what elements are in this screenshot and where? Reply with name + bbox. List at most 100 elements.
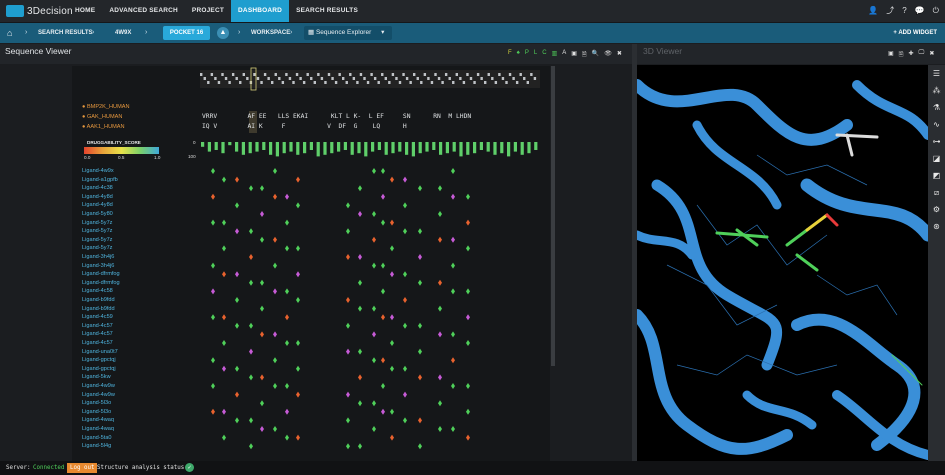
ligand-contact-marker[interactable] — [438, 331, 442, 338]
close-icon[interactable]: ✖ — [929, 50, 934, 60]
ligand-contact-marker[interactable] — [260, 236, 264, 243]
ligand-row-label[interactable]: Ligand-4c58 — [82, 288, 113, 294]
measure-icon[interactable]: ⧄ — [928, 184, 945, 201]
ligand-contact-marker[interactable] — [451, 331, 455, 338]
ligand-contact-marker[interactable] — [260, 426, 264, 432]
ligand-contact-marker[interactable] — [249, 185, 253, 192]
ligand-row-label[interactable]: Ligand-4c59 — [82, 314, 113, 320]
ligand-contact-marker[interactable] — [438, 374, 442, 381]
surface-icon[interactable]: ◪ — [928, 150, 945, 167]
ligand-contact-marker[interactable] — [451, 383, 455, 389]
ligand-row-label[interactable]: Ligand-5y7z — [82, 245, 112, 251]
ligand-contact-marker[interactable] — [285, 408, 289, 415]
ligand-row-label[interactable]: Ligand-dfrmfog — [82, 271, 120, 277]
ligand-contact-marker[interactable] — [372, 262, 376, 269]
ligand-contact-marker[interactable] — [222, 271, 226, 278]
ligand-contact-marker[interactable] — [235, 417, 239, 424]
ligand-row-label[interactable]: Ligand-gpctqj — [82, 366, 116, 372]
ligand-contact-marker[interactable] — [235, 271, 239, 278]
ligand-contact-marker[interactable] — [381, 314, 385, 321]
ligand-contact-marker[interactable] — [222, 340, 226, 346]
ligand-contact-marker[interactable] — [418, 228, 422, 235]
ligand-contact-marker[interactable] — [403, 391, 407, 398]
ligand-contact-marker[interactable] — [222, 365, 226, 372]
ligand-contact-marker[interactable] — [438, 305, 442, 312]
ligand-contact-marker[interactable] — [372, 400, 376, 407]
ligand-contact-marker[interactable] — [296, 391, 300, 398]
ligand-contact-marker[interactable] — [235, 202, 239, 209]
ligand-contact-marker[interactable] — [438, 426, 442, 432]
ligand-contact-marker[interactable] — [403, 322, 407, 329]
ligand-contact-marker[interactable] — [358, 185, 362, 192]
ligand-contact-marker[interactable] — [438, 236, 442, 243]
ligand-row-label[interactable]: Ligand-5l4g — [82, 443, 111, 449]
ligand-row-label[interactable]: Ligand-5y7z — [82, 237, 112, 243]
ligand-contact-marker[interactable] — [222, 245, 226, 252]
user-icon[interactable]: 👤 — [868, 5, 878, 17]
ligand-contact-marker[interactable] — [466, 314, 470, 321]
ligand-contact-marker[interactable] — [260, 211, 264, 217]
molecule-3d-viewer[interactable] — [637, 65, 928, 461]
ligand-contact-marker[interactable] — [390, 219, 394, 226]
selection-icon[interactable]: ◩ — [928, 167, 945, 184]
ligand-row-label[interactable]: Ligand-5y7z — [82, 228, 112, 234]
ligand-row-label[interactable]: Ligand-5y7z — [82, 220, 112, 226]
ligand-contact-marker[interactable] — [372, 236, 376, 243]
ligand-contact-marker[interactable] — [260, 374, 264, 381]
ligand-contact-marker[interactable] — [346, 348, 350, 355]
ligand-contact-marker[interactable] — [451, 262, 455, 269]
ligand-contact-marker[interactable] — [390, 365, 394, 372]
help-icon[interactable]: ? — [902, 5, 906, 17]
ligand-contact-marker[interactable] — [390, 245, 394, 252]
ligand-contact-marker[interactable] — [211, 262, 215, 269]
ligand-contact-marker[interactable] — [438, 185, 442, 192]
power-icon[interactable]: ⏻ — [933, 5, 939, 17]
ligand-contact-marker[interactable] — [346, 228, 350, 235]
ligand-contact-marker[interactable] — [390, 314, 394, 321]
add-widget-button[interactable]: + ADD WIDGET — [893, 23, 937, 43]
ligand-contact-marker[interactable] — [466, 219, 470, 226]
ligand-contact-marker[interactable] — [235, 228, 239, 235]
ligand-contact-marker[interactable] — [211, 408, 215, 415]
bond-icon[interactable]: ⊶ — [928, 133, 945, 150]
ligand-contact-marker[interactable] — [403, 176, 407, 183]
ligand-row-label[interactable]: Ligand-4c38 — [82, 185, 113, 191]
ligand-contact-marker[interactable] — [466, 245, 470, 252]
ligand-contact-marker[interactable] — [346, 391, 350, 398]
ligand-contact-marker[interactable] — [451, 288, 455, 295]
ligand-contact-marker[interactable] — [235, 391, 239, 398]
ligand-contact-marker[interactable] — [358, 254, 362, 260]
ligand-contact-marker[interactable] — [418, 443, 422, 450]
ligand-contact-marker[interactable] — [390, 176, 394, 183]
sequence-scrollbar[interactable] — [551, 66, 555, 366]
ligand-contact-marker[interactable] — [211, 219, 215, 226]
ligand-contact-marker[interactable] — [381, 262, 385, 269]
ligand-contact-marker[interactable] — [418, 417, 422, 424]
ligand-row-label[interactable]: Ligand-4w9x — [82, 168, 114, 174]
ligand-contact-marker[interactable] — [390, 434, 394, 441]
file-icon[interactable]: 🗎 — [899, 50, 904, 60]
ligand-row-label[interactable]: Ligand-4w9w — [82, 383, 115, 389]
ligand-row-label[interactable]: Ligand-3h4j6 — [82, 263, 114, 269]
ligand-contact-marker[interactable] — [403, 365, 407, 372]
ligand-contact-marker[interactable] — [235, 365, 239, 372]
ligand-contact-marker[interactable] — [418, 254, 422, 260]
ligand-row-label[interactable]: Ligand-5l3o — [82, 409, 111, 415]
ligand-contact-marker[interactable] — [358, 374, 362, 381]
ligand-contact-marker[interactable] — [260, 185, 264, 192]
ligand-contact-marker[interactable] — [296, 365, 300, 372]
ligand-contact-marker[interactable] — [249, 348, 253, 355]
ligand-row-label[interactable]: Ligand-4c57 — [82, 323, 113, 329]
ligand-row-label[interactable]: Ligand-dfrmfog — [82, 280, 120, 286]
ligand-row-label[interactable]: Ligand-5l3o — [82, 400, 111, 406]
ligand-contact-marker[interactable] — [381, 168, 385, 174]
ligand-contact-marker[interactable] — [285, 219, 289, 226]
ligand-row-label[interactable]: Ligand-gpctqj — [82, 357, 116, 363]
ligand-contact-marker[interactable] — [249, 254, 253, 260]
ligand-contact-marker[interactable] — [249, 374, 253, 381]
ligand-row-label[interactable]: Ligand-5ta0 — [82, 435, 112, 441]
ligand-contact-marker[interactable] — [381, 219, 385, 226]
ligand-row-label[interactable]: Ligand-4c57 — [82, 340, 113, 346]
ligand-contact-marker[interactable] — [418, 279, 422, 286]
ligand-contact-marker[interactable] — [211, 383, 215, 389]
